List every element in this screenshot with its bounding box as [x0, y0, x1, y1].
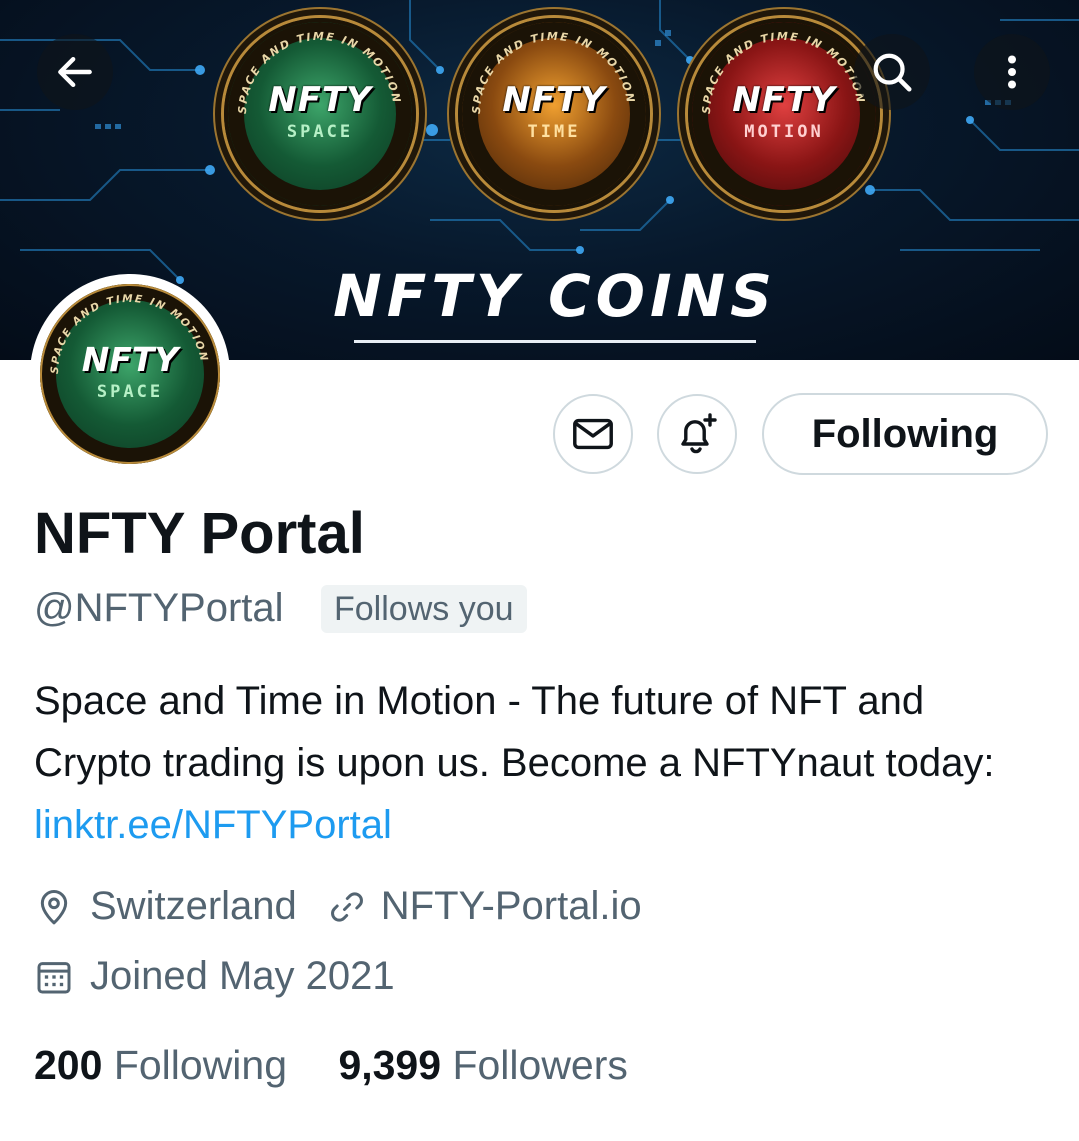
arrow-left-icon [58, 56, 92, 88]
coin-subtitle: TIME [527, 122, 581, 142]
coin-subtitle: SPACE [286, 122, 354, 142]
profile-handle: @NFTYPortal [34, 586, 284, 630]
following-button[interactable]: Following [762, 393, 1048, 475]
search-button[interactable] [854, 34, 930, 110]
message-button[interactable] [553, 394, 633, 474]
bio-text: Space and Time in Motion - The future of… [34, 679, 995, 785]
link-icon [330, 891, 363, 922]
bio-link[interactable]: linktr.ee/NFTYPortal [34, 803, 392, 847]
avatar-title: NFTY [81, 340, 179, 379]
more-button[interactable] [974, 34, 1050, 110]
following-label: Following [113, 1042, 288, 1088]
avatar-subtitle: SPACE [96, 382, 164, 402]
coin-subtitle: MOTION [744, 122, 824, 142]
coin-space: SPACE AND TIME IN MOTION NFTY SPACE [224, 18, 416, 210]
coin-title: NFTY [732, 80, 836, 120]
following-count: 200 [34, 1042, 103, 1088]
back-button[interactable] [37, 34, 113, 110]
profile-joined-row: Joined May 2021 [34, 954, 395, 999]
profile-website[interactable]: NFTY-Portal.io [381, 884, 642, 929]
follows-you-badge: Follows you [321, 585, 527, 633]
profile-location: Switzerland [90, 884, 297, 928]
coin-title: NFTY [502, 80, 606, 120]
search-icon [873, 53, 912, 92]
avatar[interactable]: SPACE AND TIME IN MOTION NFTY SPACE [30, 274, 230, 474]
coin-motion: SPACE AND TIME IN MOTION NFTY MOTION [688, 18, 880, 210]
notifications-button[interactable] [657, 394, 737, 474]
banner-underline [354, 340, 756, 343]
profile-stats: 200 Following 9,399 Followers [34, 1042, 628, 1089]
profile-bio: Space and Time in Motion - The future of… [34, 670, 1044, 856]
bell-plus-icon [681, 413, 717, 454]
location-pin-icon [40, 889, 68, 924]
avatar-image: SPACE AND TIME IN MOTION NFTY SPACE [40, 284, 220, 464]
following-stat[interactable]: 200 Following [34, 1042, 287, 1088]
calendar-icon [37, 961, 71, 993]
followers-stat[interactable]: 9,399 Followers [338, 1042, 627, 1088]
profile-meta-row: Switzerland NFTY-Portal.io [34, 884, 642, 929]
followers-label: Followers [452, 1042, 628, 1088]
mail-icon [573, 418, 613, 450]
more-vertical-icon [1008, 55, 1016, 89]
profile-name: NFTY Portal [34, 501, 365, 566]
coin-title: NFTY [268, 80, 372, 120]
coin-time: SPACE AND TIME IN MOTION NFTY TIME [458, 18, 650, 210]
followers-count: 9,399 [338, 1042, 442, 1088]
profile-joined: Joined May 2021 [90, 954, 395, 998]
